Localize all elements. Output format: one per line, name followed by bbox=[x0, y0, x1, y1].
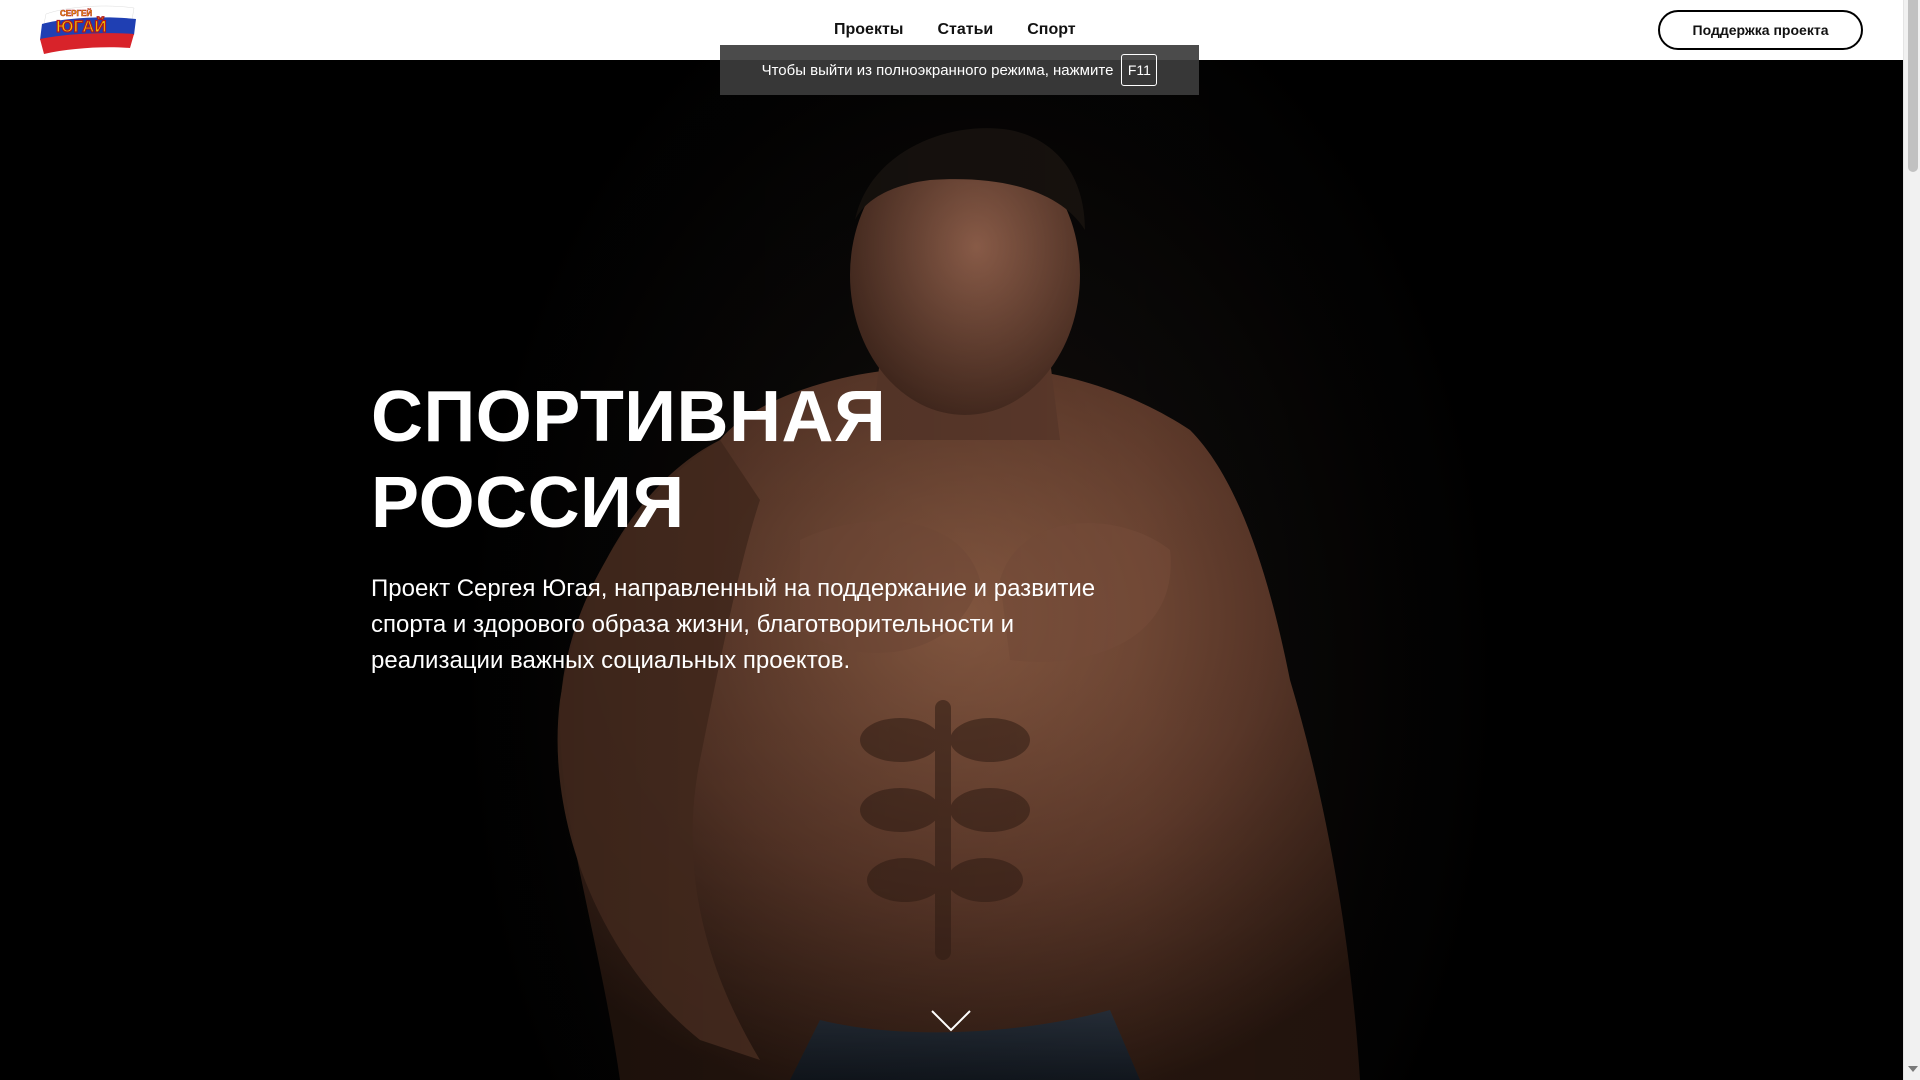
nav-item-projects[interactable]: Проекты bbox=[834, 21, 903, 39]
nav-item-articles[interactable]: Статьи bbox=[937, 21, 993, 39]
hero-description: Проект Сергея Югая, направленный на подд… bbox=[371, 575, 1096, 674]
hero-athlete-image bbox=[557, 128, 1360, 1080]
vertical-scrollbar[interactable] bbox=[1903, 0, 1920, 1080]
svg-text:СЕРГЕЙ: СЕРГЕЙ bbox=[60, 9, 92, 18]
f11-key-badge: F11 bbox=[1121, 54, 1158, 86]
site-logo[interactable]: ЮГАЙ СЕРГЕЙ bbox=[38, 2, 140, 56]
fullscreen-notice-text: Чтобы выйти из полноэкранного режима, на… bbox=[761, 61, 1114, 79]
page: ЮГАЙ СЕРГЕЙ Проекты Статьи Спорт Поддерж… bbox=[0, 0, 1903, 1080]
hero-section: СПОРТИВНАЯ РОССИЯ Проект Сергея Югая, на… bbox=[0, 60, 1903, 1080]
svg-text:ЮГАЙ: ЮГАЙ bbox=[56, 17, 107, 36]
hero-title-line-2: РОССИЯ bbox=[371, 463, 685, 543]
support-project-button[interactable]: Поддержка проекта bbox=[1658, 10, 1863, 50]
hero-title: СПОРТИВНАЯ РОССИЯ bbox=[371, 374, 1071, 546]
scrollbar-thumb[interactable] bbox=[1908, 0, 1918, 172]
nav-item-sport[interactable]: Спорт bbox=[1027, 21, 1075, 39]
chevron-down-icon bbox=[931, 1010, 971, 1032]
scroll-down-button[interactable] bbox=[930, 1008, 972, 1034]
hero-title-line-1: СПОРТИВНАЯ bbox=[371, 377, 887, 457]
russia-flag-brush-logo-icon: ЮГАЙ СЕРГЕЙ bbox=[40, 5, 136, 54]
fullscreen-exit-notice: Чтобы выйти из полноэкранного режима, на… bbox=[720, 45, 1199, 95]
scroll-arrow-down-icon[interactable] bbox=[1908, 1066, 1918, 1072]
